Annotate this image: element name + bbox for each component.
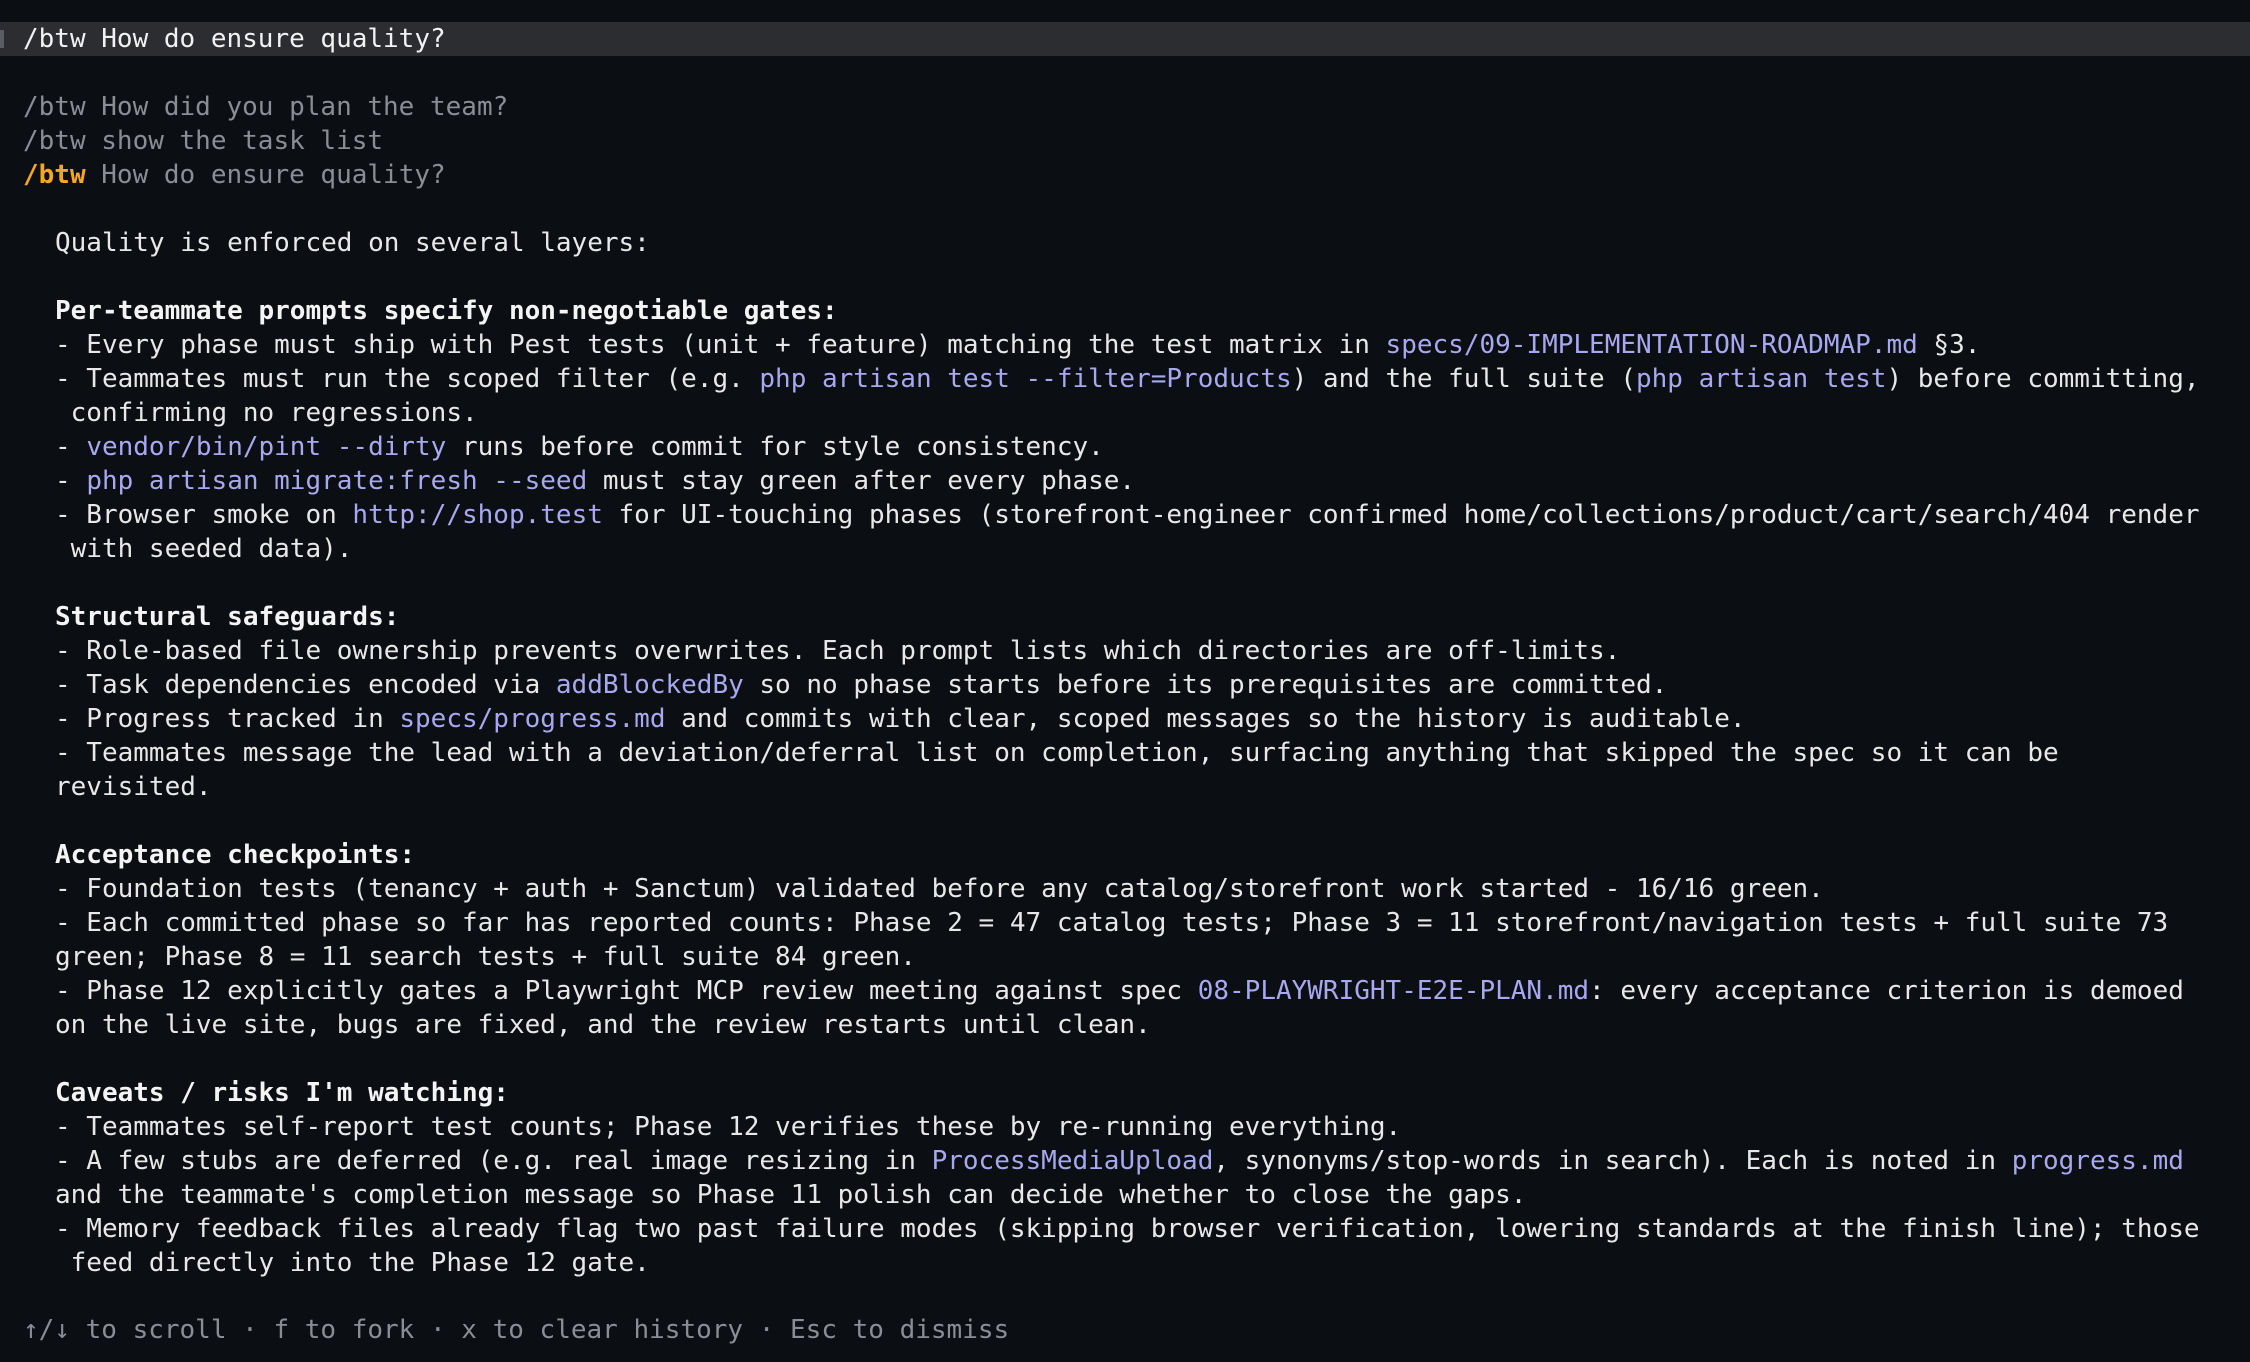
section-heading: Structural safeguards: <box>55 602 400 632</box>
response-line: - Teammates self-report test counts; Pha… <box>55 1112 1402 1142</box>
section-heading: Caveats / risks I'm watching: <box>55 1078 509 1108</box>
history-item[interactable]: /btw How did you plan the team? <box>23 90 508 124</box>
response-line: - Teammates must run the scoped filter (… <box>55 364 2200 394</box>
response-intro: Quality is enforced on several layers: <box>55 228 650 258</box>
prompt-input-bar[interactable]: /btw How do ensure quality? <box>0 22 2250 56</box>
response-line: - Browser smoke on http://shop.test for … <box>55 500 2200 530</box>
prompt-input[interactable]: /btw How do ensure quality? <box>23 22 446 56</box>
code-command: php artisan test --filter=Products <box>759 364 1292 394</box>
code-identifier: addBlockedBy <box>555 670 744 700</box>
keyboard-hints: ↑/↓ to scroll · f to fork · x to clear h… <box>23 1315 1010 1345</box>
code-command: php artisan migrate:fresh --seed <box>86 466 588 496</box>
code-command: php artisan test <box>1636 364 1887 394</box>
response-line: feed directly into the Phase 12 gate. <box>55 1248 650 1278</box>
response-line: with seeded data). <box>55 534 353 564</box>
history-item[interactable]: /btw show the task list <box>23 124 383 158</box>
response-line: - Task dependencies encoded via addBlock… <box>55 670 1668 700</box>
history-item-active[interactable]: /btw How do ensure quality? <box>23 158 446 192</box>
response-line: - Role-based file ownership prevents ove… <box>55 636 1621 666</box>
response-line: - php artisan migrate:fresh --seed must … <box>55 466 1136 496</box>
response-line: - A few stubs are deferred (e.g. real im… <box>55 1146 2184 1176</box>
code-path: specs/progress.md <box>399 704 666 734</box>
response-line: confirming no regressions. <box>55 398 478 428</box>
response-line: - vendor/bin/pint --dirty runs before co… <box>55 432 1104 462</box>
active-command-text: How do ensure quality? <box>85 160 446 190</box>
response-line: - Foundation tests (tenancy + auth + San… <box>55 874 1824 904</box>
response-line: revisited. <box>55 772 212 802</box>
response-line: - Phase 12 explicitly gates a Playwright… <box>55 976 2184 1006</box>
response-line: - Each committed phase so far has report… <box>55 908 2169 938</box>
response-line: green; Phase 8 = 11 search tests + full … <box>55 942 916 972</box>
response-line: - Memory feedback files already flag two… <box>55 1214 2200 1244</box>
active-command: /btw <box>23 160 86 190</box>
response-line: and the teammate's completion message so… <box>55 1180 1527 1210</box>
code-url: http://shop.test <box>352 500 603 530</box>
code-path: progress.md <box>2011 1146 2184 1176</box>
section-heading: Acceptance checkpoints: <box>55 840 416 870</box>
response-line: - Teammates message the lead with a devi… <box>55 738 2059 768</box>
code-path: 08-PLAYWRIGHT-E2E-PLAN.md <box>1197 976 1590 1006</box>
response-line: on the live site, bugs are fixed, and th… <box>55 1010 1151 1040</box>
section-heading: Per-teammate prompts specify non-negotia… <box>55 296 838 326</box>
code-path: specs/09-IMPLEMENTATION-ROADMAP.md <box>1385 330 1918 360</box>
code-identifier: ProcessMediaUpload <box>931 1146 1214 1176</box>
response-line: - Progress tracked in specs/progress.md … <box>55 704 1746 734</box>
input-marker <box>0 30 4 48</box>
code-command: vendor/bin/pint --dirty <box>86 432 447 462</box>
response-line: - Every phase must ship with Pest tests … <box>55 330 1981 360</box>
